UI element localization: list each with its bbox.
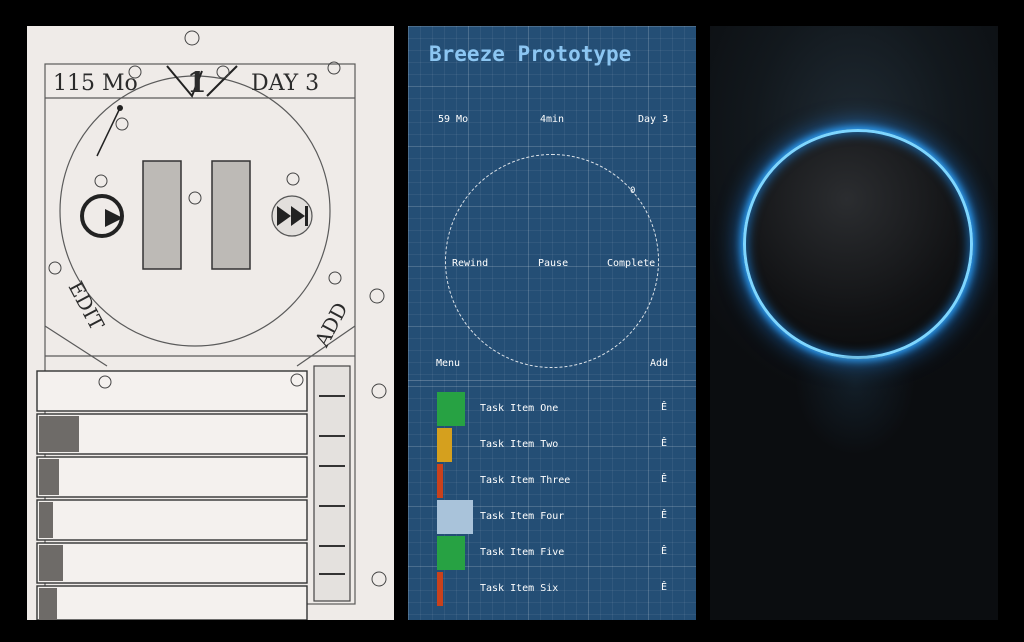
sketch-pause-left-bar [142,160,182,270]
task-edit-icon[interactable]: Ê [661,510,667,521]
rewind-button[interactable]: Rewind [452,258,488,269]
task-item[interactable]: Task Item Six Ê [408,572,696,608]
sketch-pause-right-bar [211,160,251,270]
task-edit-icon[interactable]: Ê [661,438,667,449]
task-label: Task Item Four [480,511,565,522]
task-label: Task Item Two [480,439,559,450]
menu-button[interactable]: Menu [436,358,460,369]
task-item[interactable]: Task Item Five Ê [408,536,696,572]
task-label: Task Item Three [480,475,571,486]
complete-button[interactable]: Complete [607,258,655,269]
glow-ring-panel [710,26,998,620]
list-divider [408,380,696,381]
task-label: Task Item One [480,403,559,414]
task-label: Task Item Six [480,583,559,594]
task-label: Task Item Five [480,547,565,558]
glowing-timer-ring[interactable] [743,129,973,359]
task-edit-icon[interactable]: Ê [661,582,667,593]
task-color-bar [437,536,465,570]
ring-reflection [770,356,940,616]
sketch-drawing [36,30,387,620]
task-color-bar [437,464,443,498]
task-edit-icon[interactable]: Ê [661,474,667,485]
task-edit-icon[interactable]: Ê [661,402,667,413]
blueprint-prototype-panel: Breeze Prototype 59 Mo 4min Day 3 0 Rewi… [408,26,696,620]
task-item[interactable]: Task Item One Ê [408,392,696,428]
task-item[interactable]: Task Item Two Ê [408,428,696,464]
task-color-bar [437,572,443,606]
sketch-wireframe-panel: 115 Mo 1 DAY 3 EDIT ADD [27,26,394,620]
task-edit-icon[interactable]: Ê [661,546,667,557]
task-color-bar [437,500,473,534]
task-item[interactable]: Task Item Four Ê [408,500,696,536]
day-stat: Day 3 [638,114,669,125]
minutes-stat: 59 Mo [438,114,469,125]
task-color-bar [437,392,465,426]
progress-value: 0 [630,186,636,196]
task-color-bar [437,428,452,462]
task-item[interactable]: Task Item Three Ê [408,464,696,500]
app-title: Breeze Prototype [429,42,632,66]
add-button[interactable]: Add [650,358,668,369]
pause-button[interactable]: Pause [538,258,568,269]
timer-stat: 4min [540,114,565,125]
